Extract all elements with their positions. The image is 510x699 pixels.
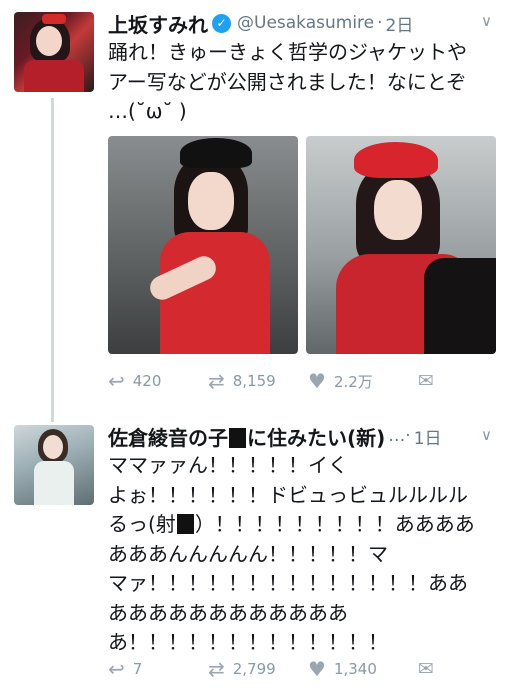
display-name[interactable]: 上坂すみれ: [108, 9, 208, 38]
tweet-text: ママァァん！！！！！イく よぉ！！！！！！ドビュっビュルルルル るっ(射 ）！！！…: [108, 451, 475, 658]
avatar-dress-shape: [34, 461, 74, 505]
direct-message-button[interactable]: ✉: [418, 370, 434, 392]
display-name-part: 佐倉綾音の子: [108, 425, 228, 450]
reply-count: 7: [132, 660, 143, 678]
tweet-text-line: あ！！！！！！！！！！！！！: [108, 630, 388, 654]
heart-icon: ♥: [308, 369, 326, 393]
avatar-dress-shape: [24, 60, 84, 92]
tweet-header: 上坂すみれ ✓ @Uesakasumire · 2日: [108, 9, 413, 37]
avatar-bow-shape: [42, 14, 66, 24]
tweet-text-line: マァ！！！！！！！！！！！！！！ああ: [108, 571, 468, 595]
display-name[interactable]: 佐倉綾音の子 に住みたい(新): [108, 422, 385, 451]
photo-hat-shape: [180, 138, 252, 168]
photo-jacket-shape: [424, 258, 496, 354]
tweet-text-segment: るっ(射: [108, 512, 176, 536]
reply-button[interactable]: ↩ 420: [108, 369, 208, 393]
retweet-count: 8,159: [232, 372, 276, 390]
timestamp[interactable]: 2日: [386, 11, 414, 36]
photo-face-shape: [188, 172, 234, 230]
direct-message-button[interactable]: ✉: [418, 658, 434, 680]
tweet-text-line: よぉ！！！！！！ドビュっビュルルルル: [108, 482, 468, 507]
separator-dot: …·: [388, 426, 411, 446]
username-handle[interactable]: @Uesakasumire: [237, 13, 374, 33]
reply-icon: ↩: [108, 369, 125, 393]
tweet-text: 踊れ！きゅーきょく哲学のジャケットや アー写などが公開されました！なにとぞ …(…: [108, 38, 467, 127]
timestamp[interactable]: 1日: [414, 424, 442, 449]
chevron-down-icon[interactable]: ∨: [481, 426, 492, 444]
redaction-block: [176, 514, 194, 534]
tweet-header: 佐倉綾音の子 に住みたい(新) …· 1日: [108, 422, 442, 450]
retweet-count: 2,799: [232, 660, 276, 678]
envelope-icon: ✉: [418, 370, 434, 392]
avatar-face-shape: [43, 435, 63, 459]
tweet-text-line: 踊れ！きゅーきょく哲学のジャケットや: [108, 40, 467, 64]
tweet-text-line: るっ(射 ）！！！！！！！！！ああああ: [108, 510, 475, 540]
like-button[interactable]: ♥ 1,340: [308, 657, 418, 681]
tweet-photo[interactable]: [108, 136, 298, 354]
heart-icon: ♥: [308, 657, 326, 681]
like-button[interactable]: ♥ 2.2万: [308, 369, 418, 393]
reply-icon: ↩: [108, 657, 125, 681]
avatar[interactable]: [14, 425, 94, 505]
retweet-button[interactable]: ⇄ 8,159: [208, 369, 308, 393]
photo-face-shape: [374, 180, 422, 240]
retweet-icon: ⇄: [208, 657, 225, 681]
like-count: 1,340: [333, 660, 377, 678]
like-count: 2.2万: [333, 372, 373, 391]
envelope-icon: ✉: [418, 658, 434, 680]
thread-connector-line: [51, 98, 54, 422]
tweet-text-segment: ）！！！！！！！！！ああああ: [194, 512, 475, 536]
photo-hat-shape: [354, 142, 438, 178]
retweet-icon: ⇄: [208, 369, 225, 393]
display-name-part: に住みたい(新): [247, 425, 386, 450]
chevron-down-icon[interactable]: ∨: [481, 12, 492, 30]
tweet-actions: ↩ 7 ⇄ 2,799 ♥ 1,340 ✉: [108, 657, 434, 681]
tweet-text-line: ママァァん！！！！！イく: [108, 453, 348, 477]
tweet-text-line: ああああああああああああ: [108, 600, 348, 625]
redaction-block: [229, 427, 246, 448]
tweet-text-line: …(˘ω˘ ): [108, 99, 187, 123]
retweet-button[interactable]: ⇄ 2,799: [208, 657, 308, 681]
separator-dot: ·: [377, 13, 383, 33]
tweet-text-line: あああんんんんん！！！！！マ: [108, 541, 388, 566]
avatar-face-shape: [36, 26, 62, 56]
avatar[interactable]: [14, 12, 94, 92]
reply-count: 420: [132, 372, 162, 390]
tweet-text-line: アー写などが公開されました！なにとぞ: [108, 69, 467, 94]
verified-icon: ✓: [212, 13, 231, 33]
tweet-actions: ↩ 420 ⇄ 8,159 ♥ 2.2万 ✉: [108, 369, 434, 393]
reply-button[interactable]: ↩ 7: [108, 657, 208, 681]
tweet-photo[interactable]: [306, 136, 496, 354]
